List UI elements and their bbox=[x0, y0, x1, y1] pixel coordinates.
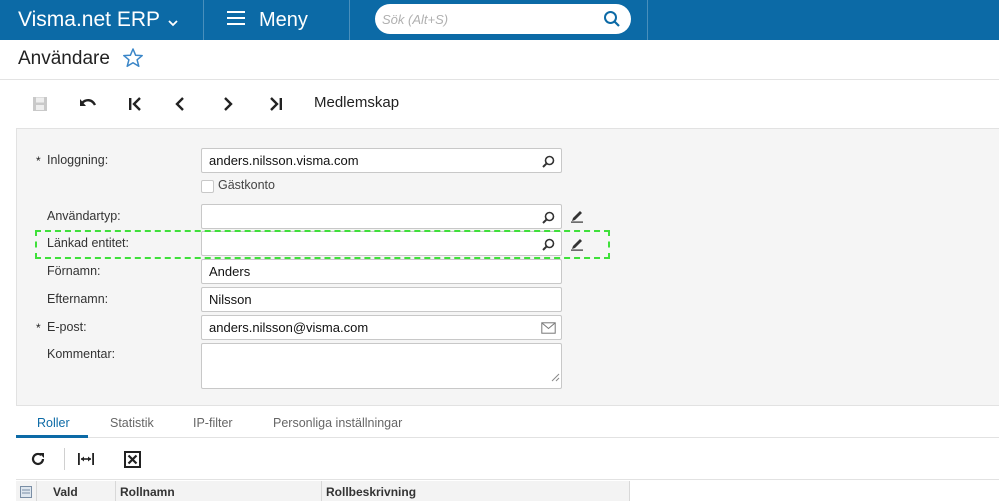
login-field[interactable]: anders.nilsson.visma.com bbox=[201, 148, 562, 173]
column-separator bbox=[321, 481, 322, 501]
title-bar: Användare bbox=[0, 40, 999, 80]
save-icon[interactable] bbox=[28, 93, 52, 115]
user-form: * Inloggning: anders.nilsson.visma.com G… bbox=[16, 128, 999, 406]
fit-columns-icon[interactable] bbox=[76, 449, 96, 469]
membership-button[interactable]: Medlemskap bbox=[314, 94, 399, 111]
brand-name: Visma.net ERP bbox=[18, 8, 161, 31]
search-input[interactable] bbox=[382, 11, 592, 27]
grid-header: Vald Rollnamn Rollbeskrivning bbox=[16, 481, 630, 501]
export-excel-icon[interactable] bbox=[122, 449, 142, 469]
lookup-search-icon[interactable] bbox=[540, 153, 556, 169]
email-value: anders.nilsson@visma.com bbox=[209, 320, 369, 335]
guest-account-checkbox[interactable] bbox=[201, 180, 214, 193]
column-header-role-name[interactable]: Rollnamn bbox=[120, 485, 175, 499]
undo-icon[interactable] bbox=[76, 93, 100, 115]
column-separator bbox=[115, 481, 116, 501]
edit-pencil-icon[interactable] bbox=[569, 236, 585, 252]
login-label: Inloggning: bbox=[47, 153, 109, 167]
guest-account-label: Gästkonto bbox=[218, 178, 275, 192]
favorite-star-icon[interactable] bbox=[122, 47, 144, 74]
previous-record-icon[interactable] bbox=[168, 93, 192, 115]
required-marker: * bbox=[36, 154, 41, 168]
lookup-search-icon[interactable] bbox=[540, 209, 556, 225]
mail-icon[interactable] bbox=[540, 320, 556, 336]
login-value: anders.nilsson.visma.com bbox=[209, 153, 359, 168]
global-search bbox=[375, 4, 631, 34]
email-field[interactable]: anders.nilsson@visma.com bbox=[201, 315, 562, 340]
last-record-icon[interactable] bbox=[264, 93, 288, 115]
grid-settings-icon[interactable] bbox=[20, 485, 32, 498]
column-header-role-description[interactable]: Rollbeskrivning bbox=[326, 485, 416, 499]
last-name-value: Nilsson bbox=[209, 292, 252, 307]
tab-statistics[interactable]: Statistik bbox=[110, 416, 154, 430]
required-marker: * bbox=[36, 321, 41, 335]
first-name-field[interactable]: Anders bbox=[201, 259, 562, 284]
page-title: Användare bbox=[18, 48, 110, 69]
tab-personal-settings[interactable]: Personliga inställningar bbox=[273, 416, 402, 430]
top-bar: Visma.net ERP Meny bbox=[0, 0, 999, 40]
chevron-down-icon bbox=[166, 12, 180, 36]
tab-ip-filter[interactable]: IP-filter bbox=[193, 416, 233, 430]
search-icon[interactable] bbox=[603, 10, 621, 33]
first-name-label: Förnamn: bbox=[47, 264, 101, 278]
user-type-field[interactable] bbox=[201, 204, 562, 229]
first-name-value: Anders bbox=[209, 264, 251, 279]
menu-label: Meny bbox=[259, 8, 308, 31]
product-switcher[interactable]: Visma.net ERP bbox=[0, 0, 204, 40]
email-label: E-post: bbox=[47, 320, 87, 334]
topbar-divider bbox=[647, 0, 648, 40]
last-name-field[interactable]: Nilsson bbox=[201, 287, 562, 312]
edit-pencil-icon[interactable] bbox=[569, 208, 585, 224]
column-separator bbox=[36, 481, 37, 501]
user-type-label: Användartyp: bbox=[47, 209, 121, 223]
column-header-selected[interactable]: Vald bbox=[53, 485, 78, 499]
next-record-icon[interactable] bbox=[216, 93, 240, 115]
hamburger-icon bbox=[227, 9, 247, 32]
first-record-icon[interactable] bbox=[123, 93, 147, 115]
resize-handle-icon[interactable] bbox=[551, 369, 560, 387]
tab-roles[interactable]: Roller bbox=[37, 416, 70, 430]
refresh-icon[interactable] bbox=[28, 449, 48, 469]
tab-strip: Roller Statistik IP-filter Personliga in… bbox=[16, 406, 999, 438]
menu-button[interactable]: Meny bbox=[205, 0, 350, 40]
grid-toolbar bbox=[16, 438, 999, 480]
lookup-search-icon[interactable] bbox=[540, 236, 556, 252]
record-toolbar: Medlemskap bbox=[0, 81, 999, 127]
comment-textarea[interactable] bbox=[201, 343, 562, 389]
last-name-label: Efternamn: bbox=[47, 292, 109, 306]
toolbar-separator bbox=[64, 448, 65, 470]
comment-label: Kommentar: bbox=[47, 347, 116, 361]
linked-entity-field[interactable] bbox=[201, 231, 562, 256]
linked-entity-label: Länkad entitet: bbox=[47, 236, 130, 250]
